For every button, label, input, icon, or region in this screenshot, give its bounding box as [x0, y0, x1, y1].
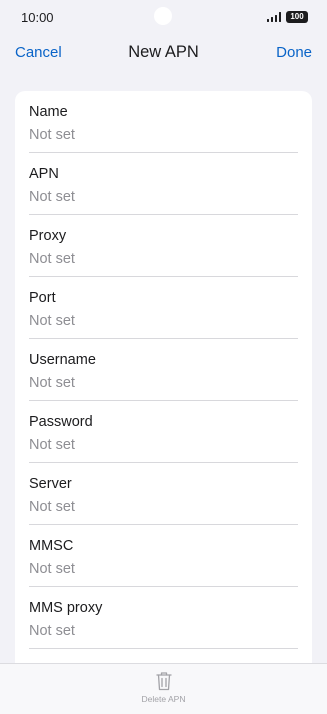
field-name[interactable]: Name Not set: [29, 91, 298, 153]
signal-icon: [266, 12, 281, 22]
field-label: Name: [29, 104, 68, 120]
field-value: Not set: [29, 313, 75, 329]
field-value: Not set: [29, 127, 75, 143]
front-camera-cutout: [154, 7, 172, 25]
field-value: Not set: [29, 251, 75, 267]
field-mms-proxy[interactable]: MMS proxy Not set: [29, 587, 298, 649]
field-label: Password: [29, 414, 93, 430]
status-bar: 10:00 100: [0, 0, 327, 36]
field-label: MMSC: [29, 538, 74, 554]
status-indicators: 100: [266, 11, 308, 23]
field-mmsc[interactable]: MMSC Not set: [29, 525, 298, 587]
field-server[interactable]: Server Not set: [29, 463, 298, 525]
field-label: MMS proxy: [29, 600, 103, 616]
battery-icon: 100: [286, 11, 308, 23]
field-value: Not set: [29, 623, 75, 639]
field-proxy[interactable]: Proxy Not set: [29, 215, 298, 277]
done-button[interactable]: Done: [276, 44, 312, 61]
phone-screen: 10:00 100 Cancel New APN Done Name Not s…: [0, 0, 327, 714]
status-time: 10:00: [21, 10, 54, 25]
delete-apn-button[interactable]: Delete APN: [123, 670, 204, 710]
field-port[interactable]: Port Not set: [29, 277, 298, 339]
field-apn[interactable]: APN Not set: [29, 153, 298, 215]
field-username[interactable]: Username Not set: [29, 339, 298, 401]
field-label: Proxy: [29, 228, 67, 244]
field-label: Username: [29, 352, 96, 368]
apn-settings-list: Name Not set APN Not set Proxy Not set P…: [15, 91, 312, 714]
field-label: Server: [29, 476, 72, 492]
bottom-toolbar: Delete APN: [0, 663, 327, 714]
field-value: Not set: [29, 375, 75, 391]
field-value: Not set: [29, 189, 75, 205]
field-label: Port: [29, 290, 56, 306]
field-value: Not set: [29, 561, 75, 577]
field-password[interactable]: Password Not set: [29, 401, 298, 463]
field-label: APN: [29, 166, 59, 182]
field-value: Not set: [29, 499, 75, 515]
trash-icon: [155, 672, 172, 691]
navigation-bar: Cancel New APN Done: [0, 36, 327, 72]
delete-apn-label: Delete APN: [141, 694, 186, 704]
field-value: Not set: [29, 437, 75, 453]
